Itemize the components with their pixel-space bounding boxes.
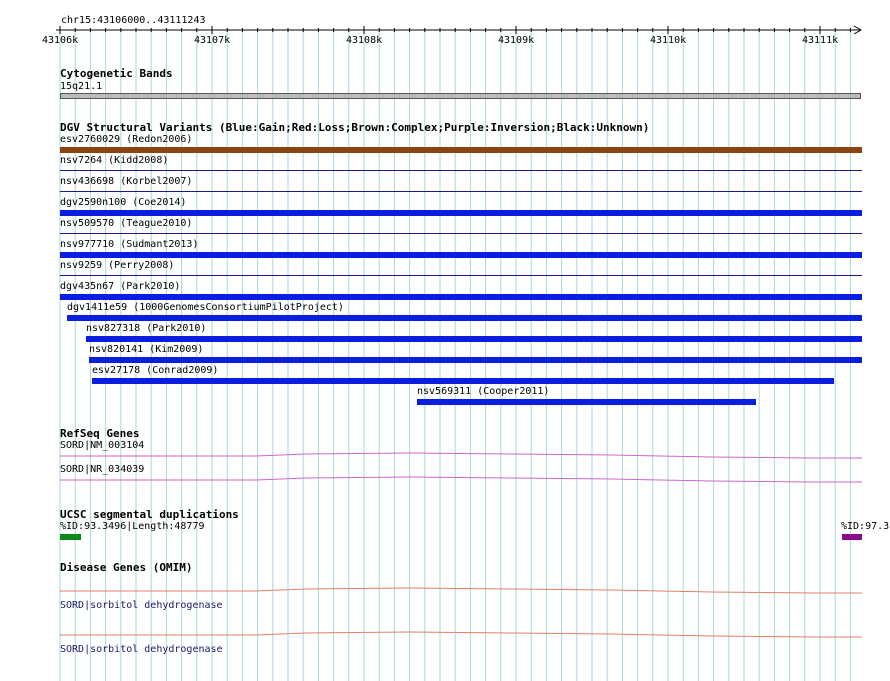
omim-gene-model [60,631,862,638]
omim-gene-models[interactable] [0,0,890,681]
omim-gene-model [60,587,862,594]
genome-browser-view: chr15:43106000..43111243 43106k 43107k 4… [0,0,890,681]
